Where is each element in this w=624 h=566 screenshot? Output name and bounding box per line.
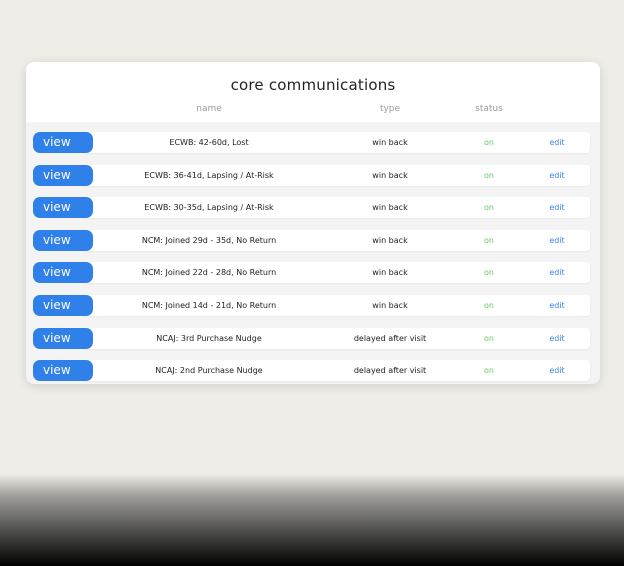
view-button[interactable]: view: [33, 327, 93, 349]
row-name: NCAJ: 3rd Purchase Nudge: [156, 333, 262, 343]
row-name: ECWB: 36-41d, Lapsing / At-Risk: [144, 170, 274, 180]
row-box: [80, 132, 590, 153]
row-type: win back: [372, 203, 408, 213]
table-row: view ECWB: 30-35d, Lapsing / At-Risk win b…: [33, 197, 590, 219]
row-status: on: [484, 203, 494, 213]
table-row: view NCAJ: 2nd Purchase Nudge delayed afte…: [33, 360, 590, 382]
card-header: core communications name type status: [26, 62, 600, 122]
row-status: on: [484, 301, 494, 310]
view-button[interactable]: view: [33, 164, 93, 186]
row-type: win back: [372, 301, 408, 310]
view-button[interactable]: view: [33, 132, 93, 153]
bottom-gradient-overlay: [0, 474, 624, 566]
row-status: on: [484, 268, 494, 278]
edit-link[interactable]: edit: [549, 197, 564, 218]
table-row: view ECWB: 36-41d, Lapsing / At-Risk win b…: [33, 164, 590, 186]
table-row: view ECWB: 42-60d, Lost win back on edit: [33, 132, 590, 153]
table-row: view NCM: Joined 22d - 28d, No Return win …: [33, 262, 590, 284]
core-communications-card: core communications name type status vie…: [26, 62, 600, 384]
row-type: win back: [372, 138, 408, 147]
row-type: win back: [372, 170, 408, 180]
row-name: NCM: Joined 14d - 21d, No Return: [141, 301, 277, 310]
row-name: NCM: Joined 29d - 35d, No Return: [141, 235, 277, 245]
edit-link[interactable]: edit: [549, 262, 564, 283]
column-header-type: type: [379, 104, 401, 114]
row-type: win back: [372, 235, 408, 245]
edit-link[interactable]: edit: [549, 328, 564, 349]
view-button[interactable]: view: [33, 295, 93, 316]
table-row: view NCM: Joined 14d - 21d, No Return win …: [33, 295, 590, 316]
column-header-name: name: [196, 104, 222, 114]
row-name: NCAJ: 2nd Purchase Nudge: [155, 366, 263, 376]
row-status: on: [484, 235, 494, 245]
row-status: on: [484, 366, 494, 376]
edit-link[interactable]: edit: [549, 132, 564, 153]
view-button[interactable]: view: [33, 229, 93, 251]
column-header-status: status: [475, 104, 503, 114]
row-name: ECWB: 42-60d, Lost: [169, 138, 249, 147]
edit-link[interactable]: edit: [549, 165, 564, 186]
view-button[interactable]: view: [33, 360, 93, 382]
row-status: on: [484, 170, 494, 180]
table-row: view NCM: Joined 29d - 35d, No Return win …: [33, 229, 590, 251]
row-name: NCM: Joined 22d - 28d, No Return: [141, 268, 277, 278]
row-status: on: [484, 333, 494, 343]
row-status: on: [484, 138, 494, 147]
edit-link[interactable]: edit: [549, 360, 564, 381]
card-title: core communications: [230, 76, 396, 94]
table-row: view NCAJ: 3rd Purchase Nudge delayed afte…: [33, 327, 590, 349]
view-button[interactable]: view: [33, 197, 93, 219]
row-name: ECWB: 30-35d, Lapsing / At-Risk: [144, 203, 274, 213]
view-button[interactable]: view: [33, 262, 93, 284]
edit-link[interactable]: edit: [549, 295, 564, 316]
row-type: delayed after visit: [353, 333, 427, 343]
edit-link[interactable]: edit: [549, 230, 564, 251]
row-type: win back: [372, 268, 408, 278]
row-type: delayed after visit: [353, 366, 427, 376]
